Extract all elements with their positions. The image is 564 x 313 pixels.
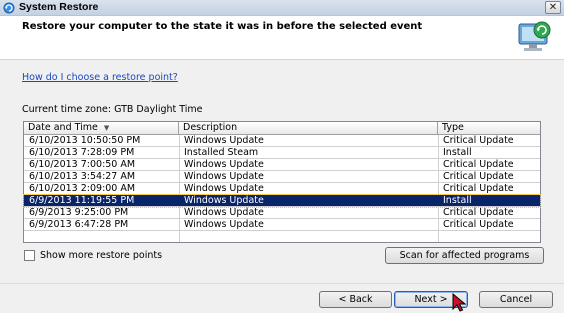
table-row[interactable]: 6/10/2013 7:00:50 AM Windows Update Crit… xyxy=(24,159,540,171)
cancel-button[interactable]: Cancel xyxy=(479,291,553,308)
cell-type: Critical Update xyxy=(443,219,514,230)
column-header-description[interactable]: Description xyxy=(179,122,438,135)
table-row[interactable]: 6/10/2013 2:09:00 AM Windows Update Crit… xyxy=(24,183,540,195)
cell-description: Windows Update xyxy=(184,159,264,170)
title-bar[interactable]: System Restore ✕ xyxy=(0,0,564,16)
cell-type: Critical Update xyxy=(443,159,514,170)
cell-date: 6/9/2013 11:19:55 PM xyxy=(29,195,135,206)
column-header-date-label: Date and Time xyxy=(28,122,98,133)
help-link[interactable]: How do I choose a restore point? xyxy=(22,72,178,83)
cell-description: Windows Update xyxy=(184,183,264,194)
page-title: Restore your computer to the state it wa… xyxy=(22,21,423,32)
close-button[interactable]: ✕ xyxy=(545,1,561,14)
cell-description: Windows Update xyxy=(184,207,264,218)
footer-divider xyxy=(0,283,564,284)
cell-date: 6/10/2013 7:28:09 PM xyxy=(29,147,135,158)
column-header-type[interactable]: Type xyxy=(438,122,540,135)
cell-date: 6/10/2013 3:54:27 AM xyxy=(29,171,136,182)
cell-date: 6/9/2013 9:25:00 PM xyxy=(29,207,129,218)
cell-date: 6/10/2013 2:09:00 AM xyxy=(29,183,136,194)
table-row[interactable]: 6/10/2013 10:50:50 PM Windows Update Cri… xyxy=(24,135,540,147)
cell-date: 6/9/2013 6:47:28 PM xyxy=(29,219,129,230)
restore-points-table[interactable]: Date and Time ▼ Description Type 6/10/201… xyxy=(23,121,541,243)
column-header-description-label: Description xyxy=(183,122,238,133)
cell-description: Windows Update xyxy=(184,219,264,230)
cell-date: 6/10/2013 7:00:50 AM xyxy=(29,159,136,170)
cell-type: Install xyxy=(443,147,472,158)
cell-date: 6/10/2013 10:50:50 PM xyxy=(29,135,141,146)
cell-description: Windows Update xyxy=(184,195,264,206)
cell-type: Critical Update xyxy=(443,183,514,194)
system-restore-icon xyxy=(3,2,15,14)
table-row[interactable]: 6/10/2013 7:28:09 PM Installed Steam Ins… xyxy=(24,147,540,159)
show-more-checkbox[interactable] xyxy=(24,250,35,261)
back-button[interactable]: < Back xyxy=(319,291,392,308)
cell-type: Critical Update xyxy=(443,171,514,182)
show-more-label: Show more restore points xyxy=(40,250,163,261)
table-row[interactable]: 6/10/2013 3:54:27 AM Windows Update Crit… xyxy=(24,171,540,183)
cell-type: Critical Update xyxy=(443,207,514,218)
table-row[interactable]: 6/9/2013 6:47:28 PM Windows Update Criti… xyxy=(24,219,540,231)
close-icon: ✕ xyxy=(548,2,558,13)
table-header: Date and Time ▼ Description Type xyxy=(24,122,540,135)
cell-type: Install xyxy=(443,195,472,206)
column-header-date[interactable]: Date and Time ▼ xyxy=(24,122,179,135)
cell-description: Installed Steam xyxy=(184,147,259,158)
cell-type: Critical Update xyxy=(443,135,514,146)
scan-affected-programs-button[interactable]: Scan for affected programs xyxy=(385,247,544,264)
system-restore-window: System Restore ✕ Restore your computer t… xyxy=(0,0,564,313)
column-header-type-label: Type xyxy=(442,122,464,133)
cell-description: Windows Update xyxy=(184,135,264,146)
table-row[interactable]: 6/9/2013 9:25:00 PM Windows Update Criti… xyxy=(24,207,540,219)
sort-down-icon: ▼ xyxy=(103,124,110,132)
table-row-selected[interactable]: 6/9/2013 11:19:55 PM Windows Update Inst… xyxy=(23,194,541,208)
system-restore-monitor-icon xyxy=(518,21,551,51)
cell-description: Windows Update xyxy=(184,171,264,182)
header-panel: Restore your computer to the state it wa… xyxy=(0,16,564,60)
timezone-label: Current time zone: GTB Daylight Time xyxy=(22,104,203,115)
mouse-pointer-icon xyxy=(452,293,467,312)
window-title: System Restore xyxy=(19,1,99,13)
